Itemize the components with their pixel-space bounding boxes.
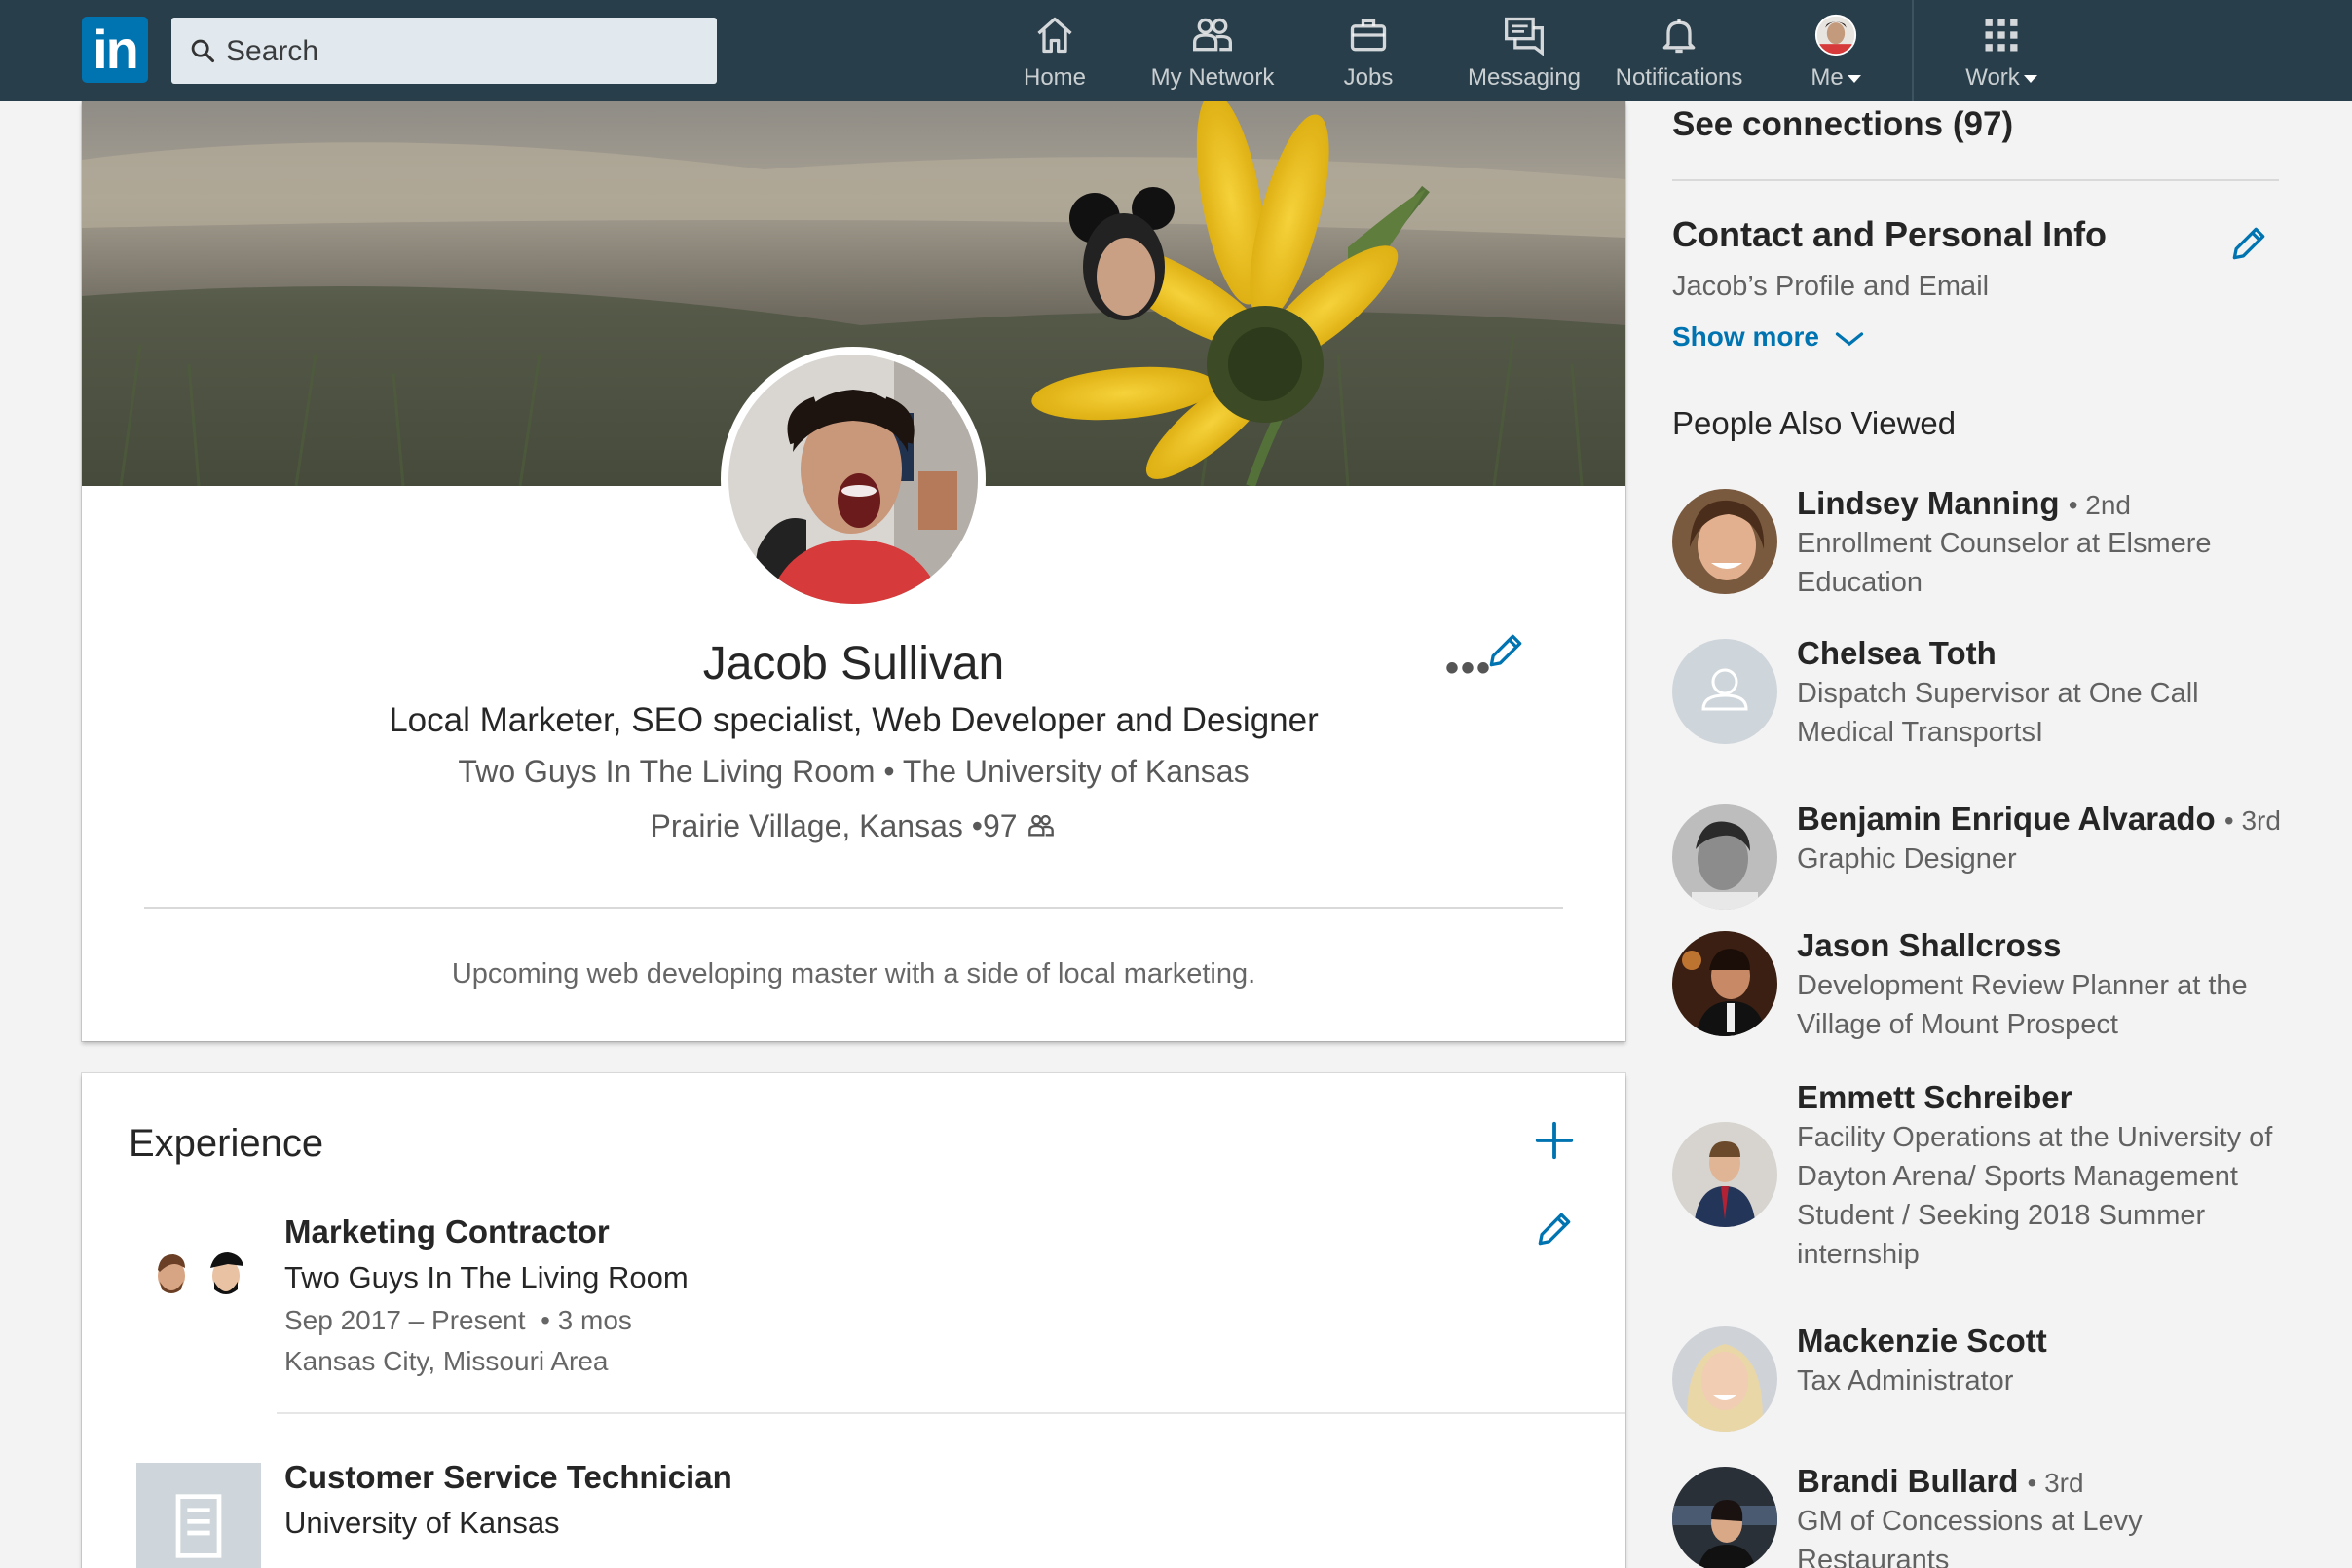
person-avatar[interactable] — [1672, 931, 1777, 1036]
people-also-viewed-title: People Also Viewed — [1672, 405, 1957, 441]
nav-work[interactable]: Work — [1953, 14, 2050, 95]
profile-top-card: ••• Jacob Sullivan Local Marketer, SEO s… — [82, 101, 1625, 1041]
person-avatar[interactable] — [1672, 1326, 1777, 1432]
nav-notifications-label: Notifications — [1615, 64, 1743, 91]
nav-me[interactable]: Me — [1797, 14, 1875, 95]
job-company: University of Kansas — [284, 1506, 560, 1540]
edit-pencil-icon[interactable] — [2227, 222, 2270, 265]
company-logo[interactable] — [146, 1247, 253, 1303]
nav-jobs[interactable]: Jobs — [1329, 14, 1407, 95]
connections-icon — [1028, 814, 1055, 837]
experience-section: Experience Marketing Contractor Two Guys… — [82, 1073, 1625, 1568]
job-location: Kansas City, Missouri Area — [284, 1346, 609, 1376]
person-avatar[interactable] — [1672, 1122, 1777, 1227]
profile-summary: Upcoming web developing master with a si… — [451, 958, 1256, 989]
contact-info-title: Contact and Personal Info — [1672, 214, 2108, 254]
search-icon — [191, 39, 215, 63]
person-name[interactable]: Chelsea Toth — [1797, 635, 1997, 672]
avatar — [1814, 14, 1857, 56]
search-input[interactable]: Search — [171, 18, 717, 84]
person-name[interactable]: Jason Shallcross — [1797, 927, 2061, 964]
chevron-down-icon — [1835, 331, 1863, 346]
search-placeholder: Search — [226, 35, 319, 67]
chevron-down-icon — [1847, 74, 1861, 83]
nav-messaging[interactable]: Messaging — [1461, 14, 1587, 95]
profile-location-connections: Prairie Village, Kansas •97 — [82, 808, 1625, 844]
job-dates: Sep 2017 – Present • 3 mos — [284, 1305, 632, 1335]
person-name[interactable]: Benjamin Enrique Alvarado • 3rd — [1797, 801, 2281, 838]
profile-photo-image — [728, 355, 978, 604]
bell-icon — [1662, 19, 1696, 54]
nav-my-network[interactable]: My Network — [1139, 14, 1286, 95]
person-title: Development Review Planner at the Villag… — [1797, 970, 2248, 1040]
person-title: Dispatch Supervisor at One Call Medical … — [1797, 678, 2199, 748]
profile-name: Jacob Sullivan — [702, 638, 1005, 690]
nav-notifications[interactable]: Notifications — [1607, 14, 1751, 95]
person-avatar[interactable] — [1672, 1467, 1777, 1568]
company-logo-placeholder[interactable] — [136, 1463, 261, 1568]
person-name[interactable]: Mackenzie Scott — [1797, 1323, 2047, 1360]
contact-info-subtitle: Jacob’s Profile and Email — [1672, 271, 1990, 302]
grid-icon — [1985, 19, 2018, 52]
show-more-button[interactable]: Show more — [1672, 321, 1864, 353]
job-title[interactable]: Customer Service Technician — [284, 1459, 732, 1496]
network-icon — [1193, 18, 1232, 52]
profile-location: Prairie Village, Kansas — [650, 808, 963, 843]
edit-pencil-icon[interactable] — [1533, 1208, 1576, 1251]
separator-dot: • — [971, 808, 983, 843]
job-duration: 3 mos — [557, 1305, 632, 1335]
nav-divider — [1912, 0, 1914, 101]
person-avatar[interactable] — [1672, 489, 1777, 594]
see-connections-link[interactable]: See connections (97) — [1672, 105, 2013, 144]
divider — [1672, 179, 2279, 181]
messaging-icon — [1505, 17, 1544, 56]
home-icon — [1037, 17, 1072, 54]
separator-dot: • — [883, 754, 903, 789]
profile-photo[interactable] — [721, 347, 986, 612]
briefcase-icon — [1350, 19, 1387, 52]
person-title: GM of Concessions at Levy Restaurants — [1797, 1506, 2143, 1568]
nav-work-label: Work — [1953, 64, 2050, 92]
person-title: Facility Operations at the University of… — [1797, 1122, 2273, 1270]
nav-messaging-label: Messaging — [1467, 64, 1582, 91]
school-link[interactable]: The University of Kansas — [903, 754, 1250, 789]
nav-my-network-label: My Network — [1150, 64, 1275, 91]
nav-home-label: Home — [1023, 64, 1087, 91]
profile-headline: Local Marketer, SEO specialist, Web Deve… — [389, 701, 1319, 739]
current-company-link[interactable]: Two Guys In The Living Room — [458, 754, 875, 789]
person-title: Graphic Designer — [1797, 843, 2017, 875]
profile-company-school: Two Guys In The Living Room • The Univer… — [82, 754, 1625, 790]
person-name[interactable]: Lindsey Manning • 2nd — [1797, 485, 2131, 522]
linkedin-logo[interactable]: in — [82, 17, 148, 83]
building-icon — [175, 1494, 222, 1558]
person-name[interactable]: Brandi Bullard • 3rd — [1797, 1463, 2084, 1500]
connections-count[interactable]: 97 — [983, 808, 1018, 843]
job-title[interactable]: Marketing Contractor — [284, 1213, 610, 1251]
nav-jobs-label: Jobs — [1343, 64, 1394, 91]
top-navigation-bar: in Search Home My Network Jobs Messaging… — [0, 0, 2352, 101]
nav-me-label: Me — [1797, 64, 1875, 92]
divider — [144, 907, 1563, 909]
person-title: Tax Administrator — [1797, 1365, 2014, 1397]
person-title: Enrollment Counselor at Elsmere Educatio… — [1797, 528, 2212, 598]
person-placeholder-icon[interactable] — [1672, 639, 1777, 744]
person-name[interactable]: Emmett Schreiber — [1797, 1079, 2072, 1116]
nav-home[interactable]: Home — [1016, 14, 1094, 95]
job-company: Two Guys In The Living Room — [284, 1260, 689, 1294]
chevron-down-icon — [2023, 74, 2037, 83]
person-avatar[interactable] — [1672, 804, 1777, 910]
divider — [277, 1412, 1625, 1414]
experience-title: Experience — [129, 1122, 324, 1165]
add-experience-plus-icon[interactable] — [1532, 1118, 1577, 1163]
